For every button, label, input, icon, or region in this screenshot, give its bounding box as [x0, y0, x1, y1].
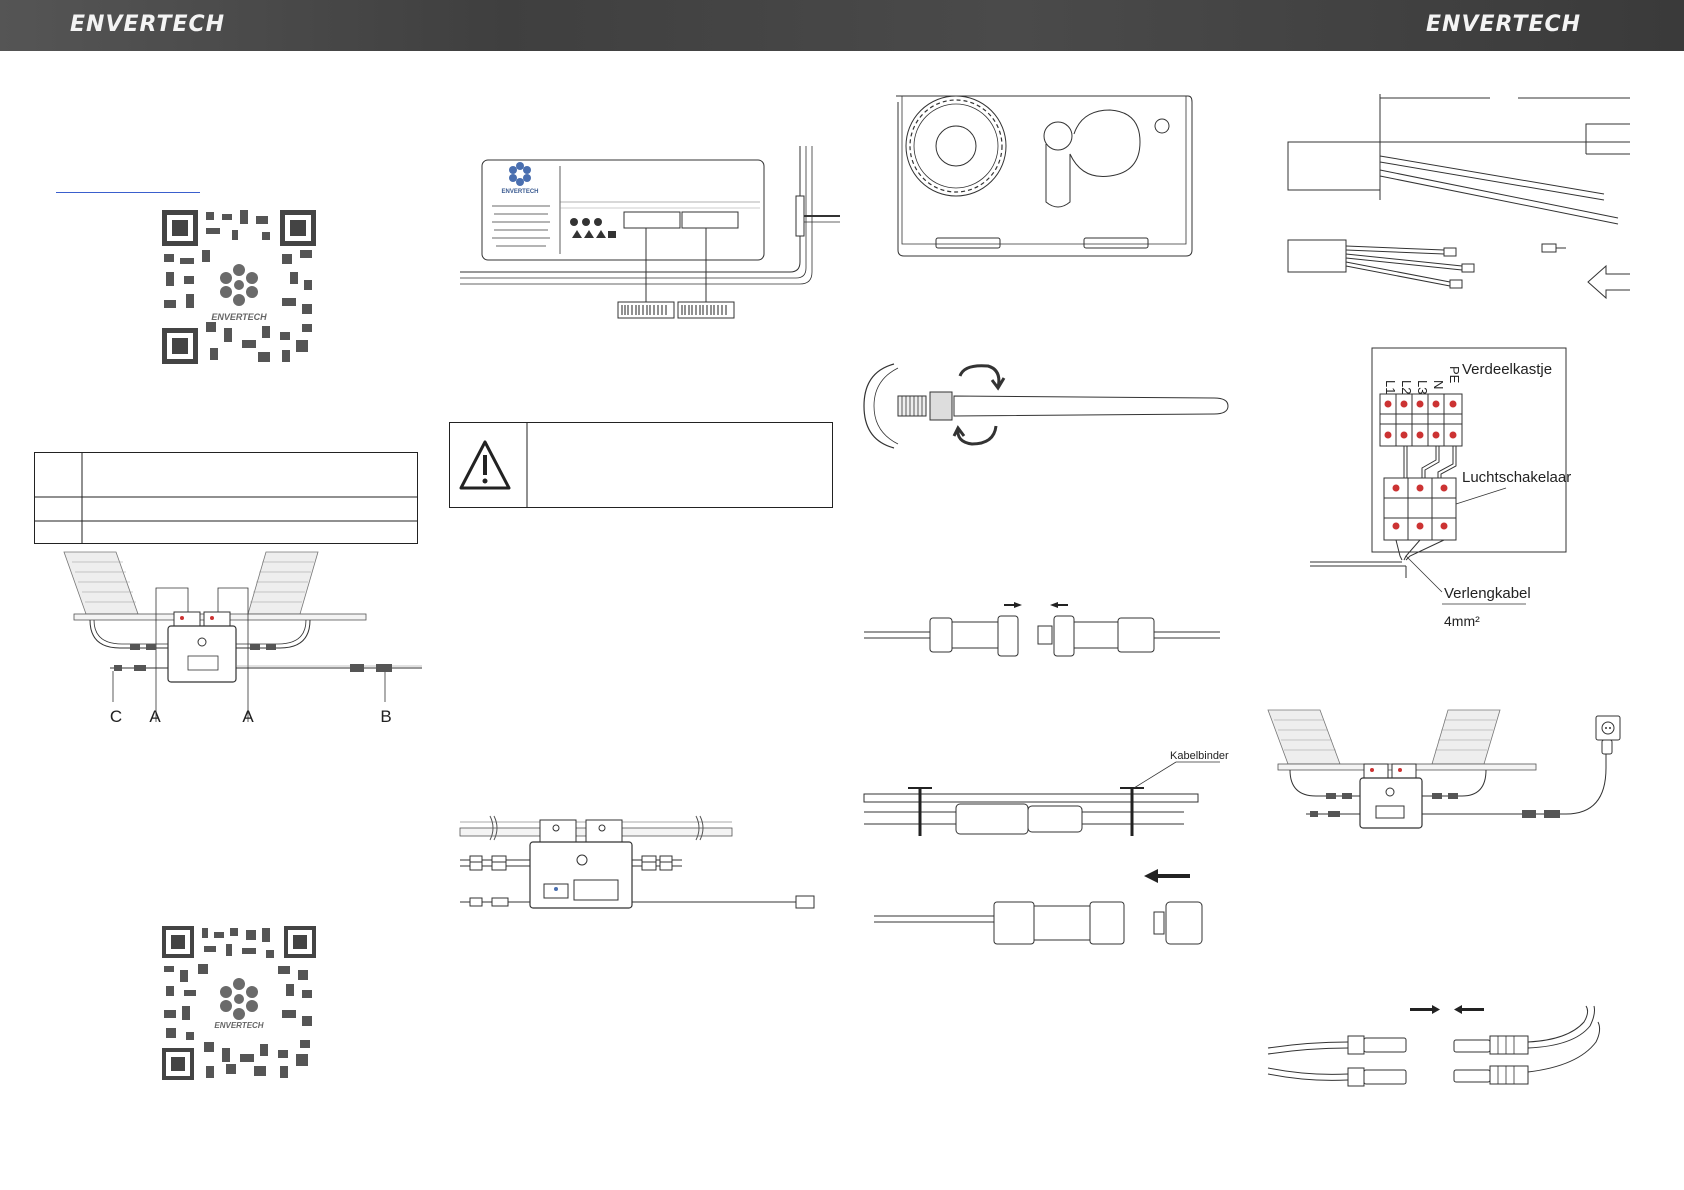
- inverter-rail-diagram: [459, 815, 815, 909]
- qr-code-bottom: ENVERTECH: [162, 926, 316, 1080]
- plug-cap-diagram: [874, 869, 1203, 945]
- brand-logo-right: ENVERTECH: [1426, 12, 1582, 37]
- qr-code-top: ENVERTECH: [162, 210, 316, 364]
- breaker-label: Luchtschakelaar: [1462, 469, 1571, 486]
- distribution-box-diagram: Verdeelkastje L1 L2 L3 N PE Luchtschakel…: [1310, 347, 1571, 629]
- mc4-connector-diagram: [1267, 1005, 1601, 1087]
- terminal-pe: PE: [1447, 366, 1462, 384]
- header-bar: ENVERTECH ENVERTECH: [0, 0, 1684, 51]
- warning-icon: [459, 440, 511, 490]
- inverter-socket-diagram: [1267, 709, 1621, 829]
- terminal-l1: L1: [1383, 380, 1398, 394]
- link-underline[interactable]: [56, 192, 200, 193]
- cable-stripping-diagram: [1287, 94, 1630, 300]
- qr-bottom-logo-text: ENVERTECH: [214, 1021, 263, 1030]
- cable-spec-label: 4mm²: [1444, 613, 1480, 629]
- warning-box: [449, 422, 833, 508]
- terminal-l3: L3: [1415, 380, 1430, 394]
- antenna-diagram: [863, 363, 1229, 449]
- cable-tie-diagram: Kabelbinder: [863, 750, 1229, 836]
- wiring-diagram: C A A B: [63, 551, 422, 726]
- cable-tie-label: Kabelbinder: [1170, 750, 1229, 762]
- brand-logo-left: ENVERTECH: [70, 12, 226, 37]
- mounting-bracket-diagram: [896, 95, 1193, 257]
- nameplate-logo-text: ENVERTECH: [501, 189, 538, 195]
- label-a-right: A: [242, 707, 254, 726]
- distribution-box-title: Verdeelkastje: [1462, 361, 1552, 378]
- label-b: B: [380, 707, 391, 726]
- terminal-l2: L2: [1399, 380, 1414, 394]
- label-a-left: A: [149, 707, 161, 726]
- ac-connector-diagram: [864, 602, 1220, 657]
- spec-table: [34, 452, 418, 544]
- terminal-n: N: [1431, 380, 1446, 389]
- label-c: C: [110, 707, 122, 726]
- qr-top-logo-text: ENVERTECH: [211, 312, 267, 322]
- extension-cable-label: Verlengkabel: [1444, 585, 1531, 602]
- device-nameplate-diagram: ENVERTECH: [460, 146, 840, 319]
